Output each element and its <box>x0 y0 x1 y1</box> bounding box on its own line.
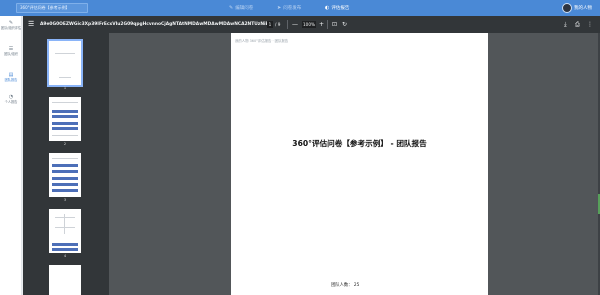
sidebar-item-team[interactable]: ☰ 团队/组织 <box>0 46 22 56</box>
zoom-level[interactable]: 100% <box>302 21 316 28</box>
download-icon[interactable]: ⤓ <box>564 20 567 29</box>
print-icon[interactable]: ⎙ <box>575 20 580 29</box>
more-options-icon[interactable]: ⋮ <box>587 20 593 29</box>
tab-edit-survey[interactable]: ✎ 编辑问卷 <box>229 4 253 12</box>
thumb-table-row <box>52 189 78 192</box>
thumbnail-page-1[interactable] <box>47 39 83 87</box>
pencil-icon: ✎ <box>229 5 234 11</box>
user-name: 我的人物 <box>574 6 592 11</box>
sidebar-item-personal-report[interactable]: ◔ 个人报告 <box>0 94 22 104</box>
thumb-table-row <box>52 115 78 118</box>
thumb-chart-axis <box>55 217 75 218</box>
team-count-label: 团队人数： <box>331 283 353 288</box>
thumbnail-page-4[interactable] <box>49 209 81 253</box>
thumbnail-page-5[interactable] <box>49 265 81 295</box>
thumb-chart-axis <box>55 227 75 228</box>
tab-publish-survey[interactable]: ➤ 问卷发布 <box>277 4 301 12</box>
page-number-input[interactable]: 1 <box>267 21 273 28</box>
thumb-chart-axis <box>64 214 65 234</box>
report-title: 360°评估问卷【参考示例】 - 团队报告 <box>292 139 427 148</box>
page-header-text: 我的人物 360°评估报告 · 团队报告 <box>235 39 289 43</box>
sidebar-item-team-report[interactable]: ▤ 团队报告 <box>0 72 22 82</box>
thumb-table-row <box>52 183 78 186</box>
document-page: 我的人物 360°评估报告 · 团队报告 360°评估问卷【参考示例】 - 团队… <box>231 33 488 295</box>
sidebar: ✎ 团队/组织评估 ☰ 团队/组织 ▤ 团队报告 ◔ 个人报告 <box>0 16 22 295</box>
tab-evaluation-report[interactable]: ◐ 评估报告 <box>325 4 349 12</box>
thumb-table-row <box>52 177 78 180</box>
fit-page-icon[interactable]: ⊡ <box>332 20 337 29</box>
toolbar-divider <box>287 20 288 29</box>
thumbnail-number: 4 <box>63 254 67 258</box>
tab-label: 评估报告 <box>331 6 350 11</box>
file-name: A9e0G0OEZWGic3Xp39IFrEcxVIu2G09qpgHcvnno… <box>40 22 270 27</box>
sidebar-item-team-evaluation[interactable]: ✎ 团队/组织评估 <box>0 20 22 30</box>
thumb-text-line <box>59 77 71 78</box>
team-count-value: 25 <box>353 283 360 288</box>
avatar[interactable] <box>562 3 572 13</box>
thumb-title-line <box>55 53 75 54</box>
thumb-text-line <box>52 135 78 136</box>
chart-icon: ◐ <box>325 5 330 11</box>
user-menu[interactable]: 我的人物 <box>562 2 592 14</box>
thumbnail-number: 2 <box>63 142 67 146</box>
thumb-text-line <box>52 102 78 103</box>
top-bar: 360°评估问卷【参考示例】 ✎ 编辑问卷 ➤ 问卷发布 ◐ 评估报告 我的人物 <box>0 0 600 16</box>
sidebar-item-label: 团队报告 <box>4 78 18 82</box>
toolbar-divider <box>327 20 328 29</box>
thumb-table-row <box>52 243 78 246</box>
send-icon: ➤ <box>277 5 282 11</box>
sidebar-item-label: 团队/组织评估 <box>0 26 22 30</box>
sidebar-item-label: 团队/组织 <box>4 52 18 56</box>
thumb-table-row <box>52 248 78 251</box>
menu-icon[interactable]: ☰ <box>28 20 34 28</box>
tab-label: 编辑问卷 <box>235 6 254 11</box>
thumbnail-number: 3 <box>63 198 67 202</box>
thumb-table-row <box>52 170 78 173</box>
thumbnail-page-3[interactable] <box>49 153 81 197</box>
pdf-toolbar: ☰ A9e0G0OEZWGic3Xp39IFrEcxVIu2G09qpgHcvn… <box>23 16 600 33</box>
thumb-table-row <box>52 164 78 167</box>
pdf-viewer: ☰ A9e0G0OEZWGic3Xp39IFrEcxVIu2G09qpgHcvn… <box>23 16 600 295</box>
survey-title-box[interactable]: 360°评估问卷【参考示例】 <box>16 3 88 13</box>
zoom-out-button[interactable]: — <box>292 20 298 29</box>
tab-label: 问卷发布 <box>283 6 302 11</box>
thumbnail-pane: 1 2 3 4 <box>23 33 109 295</box>
team-count-line: 团队人数： 25 <box>331 282 359 288</box>
thumbnail-page-2[interactable] <box>49 97 81 141</box>
thumb-text-line <box>52 158 78 159</box>
sidebar-item-label: 个人报告 <box>4 100 18 104</box>
thumb-table-row <box>52 122 78 125</box>
thumbnail-number: 1 <box>63 86 67 90</box>
thumb-table-row <box>52 110 78 113</box>
page-total: / 9 <box>275 22 281 27</box>
thumb-table-row <box>52 127 78 130</box>
zoom-in-button[interactable]: + <box>319 20 324 29</box>
rotate-icon[interactable]: ↻ <box>342 20 347 29</box>
